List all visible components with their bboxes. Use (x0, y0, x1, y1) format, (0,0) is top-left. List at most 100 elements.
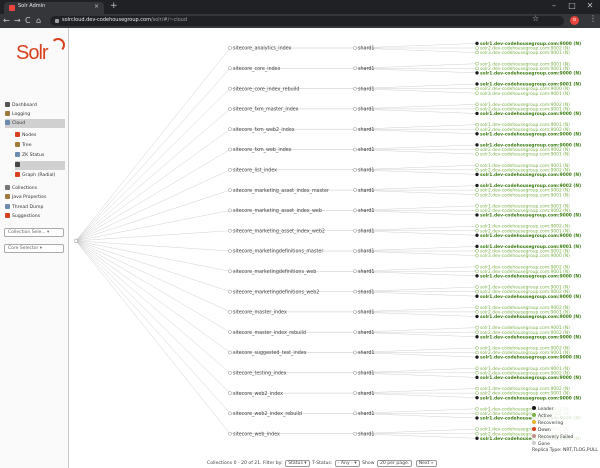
back-icon[interactable]: ← (3, 15, 10, 27)
solr-logo[interactable]: Solr (16, 42, 49, 65)
shard-node[interactable] (353, 167, 357, 172)
replica-node[interactable] (475, 285, 479, 289)
replica-label[interactable]: solr1.dev-codehousegroup.com:9000 (N) (480, 213, 581, 219)
collection-label[interactable]: sitecore_analytics_index (233, 46, 292, 52)
shard-label[interactable]: shard1 (358, 371, 374, 377)
replica-node[interactable] (475, 66, 479, 71)
collection-label[interactable]: sitecore_master_index (233, 310, 287, 316)
replica-label[interactable]: solr3.dev-codehousegroup.com:9001 (N) (480, 91, 570, 97)
collection-label[interactable]: sitecore_core_index (233, 66, 281, 72)
collection-node[interactable] (228, 46, 232, 50)
collection-label[interactable]: sitecore_fxm_master_index (233, 107, 299, 113)
collection-label[interactable]: sitecore_marketingdefinitions_master (233, 249, 323, 255)
per-page-select[interactable]: 20 per page. (376, 460, 413, 467)
sidebar-item-cloud[interactable]: Cloud (5, 119, 65, 128)
shard-label[interactable]: shard1 (358, 228, 374, 234)
shard-label[interactable]: shard1 (358, 391, 374, 397)
leader-replica-node[interactable] (475, 294, 479, 298)
replica-label[interactable]: solr1.dev-codehousegroup.com:9000 (N) (480, 395, 581, 401)
replica-node[interactable] (475, 122, 479, 127)
replica-node[interactable] (475, 305, 479, 310)
leader-replica-node[interactable] (475, 41, 479, 46)
replica-node[interactable] (475, 253, 479, 258)
shard-node[interactable] (353, 208, 357, 213)
core-selector[interactable]: Core Selector ▾ (4, 244, 64, 253)
replica-node[interactable] (475, 391, 479, 395)
shard-label[interactable]: shard1 (358, 127, 374, 133)
replica-label[interactable]: solr1.dev-codehousegroup.com:9000 (N) (480, 334, 581, 340)
replica-node[interactable] (475, 289, 479, 294)
replica-node[interactable] (475, 152, 479, 156)
leader-replica-node[interactable] (475, 143, 479, 147)
replica-node[interactable] (475, 208, 479, 213)
collection-node[interactable] (228, 228, 232, 233)
replica-node[interactable] (475, 264, 479, 269)
collection-selector[interactable]: Collection Sele... ▾ (4, 228, 64, 237)
shard-node[interactable] (353, 188, 357, 192)
shard-label[interactable]: shard1 (358, 249, 374, 255)
bookmark-star-icon[interactable]: ☆ (532, 14, 539, 23)
replica-node[interactable] (475, 204, 479, 208)
sidebar-item-java-properties[interactable]: Java Properties (5, 193, 65, 202)
replica-node[interactable] (475, 91, 479, 95)
collection-node[interactable] (228, 127, 232, 132)
shard-label[interactable]: shard1 (358, 188, 374, 194)
leader-replica-node[interactable] (475, 172, 479, 177)
collection-node[interactable] (228, 330, 232, 335)
replica-node[interactable] (475, 371, 479, 375)
replica-node[interactable] (475, 224, 479, 228)
tab-close-icon[interactable]: × (94, 3, 99, 10)
collection-node[interactable] (228, 147, 232, 152)
replica-label[interactable]: solr3.dev-codehousegroup.com:9001 (N) (480, 50, 570, 56)
reload-icon[interactable]: C (25, 15, 31, 27)
sidebar-cloud-item-zk-status[interactable]: ZK Status (15, 151, 65, 160)
replica-node[interactable] (475, 192, 479, 197)
shard-label[interactable]: shard1 (358, 46, 374, 52)
replica-node[interactable] (475, 411, 479, 416)
replica-label[interactable]: solr1.dev-codehousegroup.com:9000 (N) (480, 314, 581, 320)
browser-tab[interactable]: Solr Admin × (4, 2, 104, 14)
home-icon[interactable]: ⌂ (36, 15, 41, 27)
shard-label[interactable]: shard1 (358, 168, 374, 174)
replica-node[interactable] (475, 310, 479, 314)
replica-node[interactable] (475, 330, 479, 334)
profile-avatar[interactable]: o (570, 16, 579, 25)
shard-node[interactable] (353, 431, 357, 436)
shard-node[interactable] (353, 147, 357, 152)
collection-label[interactable]: sitecore_web2_index (233, 391, 283, 397)
replica-node[interactable] (475, 431, 479, 436)
status-select[interactable]: - Any - ▾ (334, 460, 360, 467)
leader-replica-node[interactable] (475, 355, 479, 359)
sidebar-item-dashboard[interactable]: Dashboard (5, 101, 65, 110)
sidebar-item-collections[interactable]: Collections (5, 184, 65, 193)
leader-replica-node[interactable] (475, 244, 479, 249)
shard-label[interactable]: shard1 (358, 289, 374, 295)
shard-label[interactable]: shard1 (358, 147, 374, 153)
shard-node[interactable] (353, 330, 357, 335)
replica-label[interactable]: solr3.dev-codehousegroup.com:9000 (N) (480, 253, 570, 259)
shard-node[interactable] (353, 269, 357, 274)
collection-node[interactable] (228, 370, 232, 375)
replica-label[interactable]: solr1.dev-codehousegroup.com:9000 (N) (480, 131, 581, 137)
replica-label[interactable]: solr3.dev-codehousegroup.com:9001 (N) (480, 192, 570, 198)
leader-replica-node[interactable] (475, 375, 479, 380)
replica-node[interactable] (475, 127, 479, 131)
shard-label[interactable]: shard1 (358, 310, 374, 316)
replica-node[interactable] (475, 46, 479, 50)
replica-label[interactable]: solr1.dev-codehousegroup.com:9000 (N) (480, 375, 581, 381)
shard-node[interactable] (353, 370, 357, 375)
sidebar-cloud-item-nodes[interactable]: Nodes (15, 131, 65, 140)
replica-node[interactable] (475, 50, 479, 55)
shard-label[interactable]: shard1 (358, 66, 374, 72)
shard-node[interactable] (353, 66, 357, 71)
collection-node[interactable] (228, 411, 232, 416)
replica-label[interactable]: solr1.dev-codehousegroup.com:9000 (N) (480, 355, 581, 361)
replica-node[interactable] (475, 249, 479, 253)
sidebar-cloud-item-graph[interactable] (15, 161, 65, 170)
replica-node[interactable] (475, 188, 479, 192)
leader-replica-node[interactable] (475, 314, 479, 319)
replica-node[interactable] (475, 163, 479, 167)
collection-label[interactable]: sitecore_web_index (233, 431, 280, 437)
collection-node[interactable] (228, 289, 232, 294)
browser-menu-icon[interactable]: ⋮ (589, 14, 597, 23)
